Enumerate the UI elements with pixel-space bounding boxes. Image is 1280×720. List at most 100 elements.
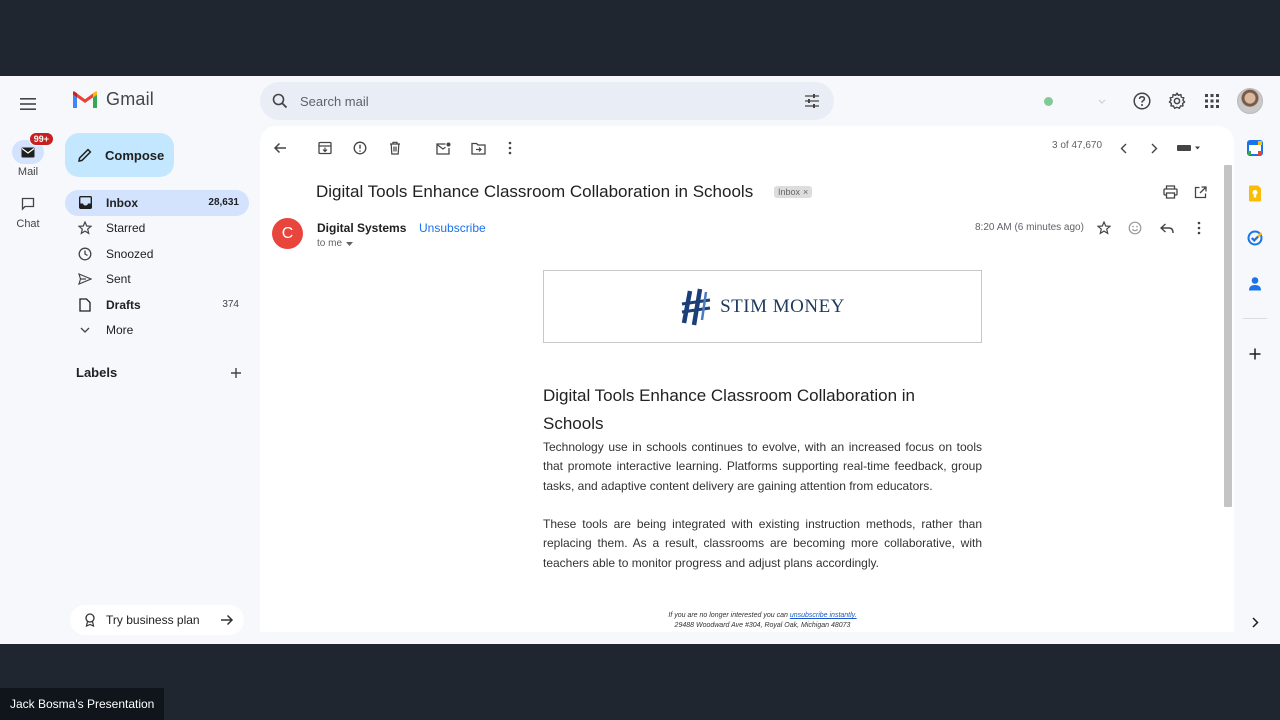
delete-button[interactable] bbox=[385, 138, 405, 158]
star-button[interactable] bbox=[1094, 218, 1114, 238]
nav-more-label: More bbox=[106, 323, 134, 338]
nav-snoozed-label: Snoozed bbox=[106, 246, 154, 261]
filter-icon[interactable] bbox=[804, 94, 820, 108]
keep-icon bbox=[1249, 185, 1261, 201]
nav-inbox-count: 28,631 bbox=[208, 197, 239, 209]
show-side-panel-button[interactable] bbox=[1246, 613, 1264, 631]
apps-button[interactable] bbox=[1202, 91, 1222, 111]
more-vert-icon bbox=[508, 141, 512, 155]
help-button[interactable] bbox=[1132, 91, 1152, 111]
pagination-count: 3 of 47,670 bbox=[1052, 140, 1103, 151]
keep-app-button[interactable] bbox=[1246, 184, 1264, 202]
inbox-label-chip[interactable]: Inbox × bbox=[774, 186, 813, 198]
send-icon bbox=[78, 273, 92, 286]
brand-banner: STIM MONEY bbox=[543, 270, 982, 343]
settings-button[interactable] bbox=[1167, 91, 1187, 111]
back-button[interactable] bbox=[270, 138, 290, 158]
nav-snoozed[interactable]: Snoozed bbox=[65, 241, 249, 267]
app-name: Gmail bbox=[106, 89, 155, 109]
report-spam-button[interactable] bbox=[350, 138, 370, 158]
move-to-button[interactable] bbox=[468, 138, 488, 158]
status-indicator[interactable] bbox=[1036, 90, 1114, 112]
get-addons-button[interactable] bbox=[1246, 345, 1264, 363]
nav-sent[interactable]: Sent bbox=[65, 267, 249, 293]
plus-icon[interactable] bbox=[230, 367, 242, 379]
main-menu-button[interactable] bbox=[16, 92, 40, 116]
email-subject: Digital Tools Enhance Classroom Collabor… bbox=[316, 182, 754, 201]
presentation-label: Jack Bosma's Presentation bbox=[0, 688, 165, 720]
folder-nav: Inbox 28,631 Starred Snoozed Sent Drafts… bbox=[65, 190, 249, 343]
mail-badge: 99+ bbox=[28, 132, 54, 146]
sender-avatar[interactable]: C bbox=[272, 218, 303, 249]
open-new-window-button[interactable] bbox=[1190, 182, 1210, 202]
labels-heading: Labels bbox=[76, 365, 118, 380]
mark-unread-icon bbox=[435, 142, 450, 155]
email-footer: If you are no longer interested you can … bbox=[543, 611, 982, 631]
arrow-right-icon bbox=[221, 614, 234, 626]
clock-icon bbox=[78, 247, 92, 261]
side-panel-divider bbox=[1243, 318, 1267, 319]
rail-chat[interactable]: Chat bbox=[4, 192, 52, 230]
mail-icon bbox=[21, 147, 35, 157]
chevron-right-icon bbox=[1251, 616, 1259, 628]
reply-button[interactable] bbox=[1157, 218, 1177, 238]
nav-more[interactable]: More bbox=[65, 318, 249, 344]
nav-starred[interactable]: Starred bbox=[65, 216, 249, 242]
reply-icon bbox=[1160, 222, 1174, 233]
gmail-logo[interactable]: Gmail bbox=[72, 89, 154, 110]
newer-button[interactable] bbox=[1113, 138, 1133, 158]
nav-inbox[interactable]: Inbox 28,631 bbox=[65, 190, 249, 216]
email-timestamp: 8:20 AM (6 minutes ago) bbox=[975, 222, 1084, 233]
calendar-icon bbox=[1247, 140, 1263, 156]
inbox-icon bbox=[78, 196, 92, 210]
footer-unsubscribe-link[interactable]: unsubscribe instantly. bbox=[790, 612, 857, 619]
calendar-app-button[interactable] bbox=[1246, 139, 1264, 157]
unsubscribe-link[interactable]: Unsubscribe bbox=[419, 221, 486, 235]
brand-name: STIM MONEY bbox=[720, 295, 845, 317]
emoji-reaction-button[interactable] bbox=[1125, 218, 1145, 238]
nav-starred-label: Starred bbox=[106, 221, 146, 236]
scrollbar-thumb[interactable] bbox=[1224, 165, 1232, 507]
message-more-button[interactable] bbox=[1189, 218, 1209, 238]
recipient-details[interactable]: to me bbox=[317, 238, 354, 249]
try-business-plan-button[interactable]: Try business plan bbox=[70, 605, 244, 635]
back-arrow-icon bbox=[273, 142, 286, 154]
tasks-app-button[interactable] bbox=[1246, 229, 1264, 247]
rail-mail[interactable]: 99+ Mail bbox=[4, 132, 54, 178]
sender-name[interactable]: Digital Systems bbox=[317, 221, 406, 235]
stim-money-logo-icon bbox=[681, 288, 711, 325]
print-icon bbox=[1162, 185, 1178, 199]
emoji-icon bbox=[1128, 221, 1142, 235]
remove-label-button[interactable]: × bbox=[803, 187, 808, 197]
tasks-icon bbox=[1247, 230, 1263, 246]
gmail-logo-icon bbox=[73, 90, 97, 108]
badge-icon bbox=[85, 613, 95, 627]
print-button[interactable] bbox=[1160, 182, 1180, 202]
keyboard-icon bbox=[1177, 145, 1200, 151]
more-actions-button[interactable] bbox=[500, 138, 520, 158]
nav-drafts[interactable]: Drafts 374 bbox=[65, 292, 249, 318]
compose-button[interactable]: Compose bbox=[65, 133, 174, 177]
older-button[interactable] bbox=[1144, 138, 1164, 158]
article-paragraph: Technology use in schools continues to e… bbox=[543, 440, 982, 493]
search-input[interactable] bbox=[300, 93, 804, 109]
recipient-label: to me bbox=[317, 238, 343, 249]
contacts-app-button[interactable] bbox=[1246, 274, 1264, 292]
search-icon[interactable] bbox=[272, 93, 288, 109]
rail-mail-label: Mail bbox=[17, 166, 39, 178]
input-tools-button[interactable] bbox=[1174, 138, 1204, 158]
account-avatar[interactable] bbox=[1237, 88, 1263, 114]
chat-icon bbox=[21, 197, 35, 211]
archive-button[interactable] bbox=[315, 138, 335, 158]
help-icon bbox=[1133, 92, 1151, 110]
app-rail: 99+ Mail Chat bbox=[0, 76, 56, 644]
draft-icon bbox=[79, 298, 91, 312]
mark-unread-button[interactable] bbox=[433, 138, 453, 158]
compose-label: Compose bbox=[105, 147, 165, 163]
rail-chat-label: Chat bbox=[16, 218, 40, 230]
apps-icon bbox=[1205, 94, 1219, 108]
chevron-down-icon bbox=[346, 241, 354, 246]
move-to-icon bbox=[470, 142, 486, 155]
nav-sent-label: Sent bbox=[106, 272, 131, 287]
footer-text: If you are no longer interested you can bbox=[668, 612, 788, 619]
